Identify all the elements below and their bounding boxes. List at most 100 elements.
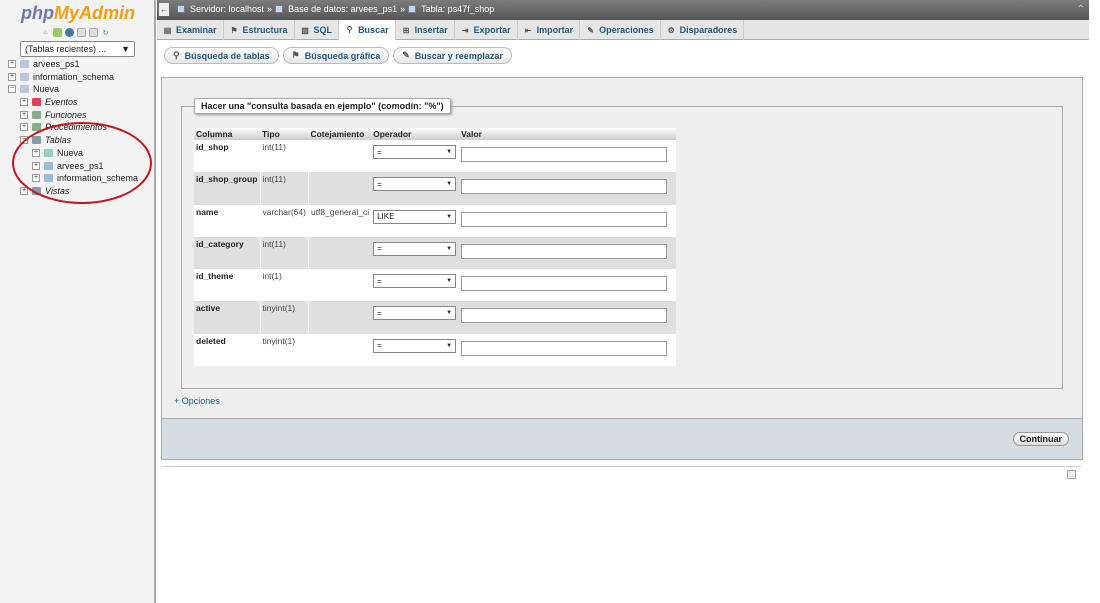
operator-cell: = ▼ <box>371 140 460 173</box>
operator-select[interactable]: = ▼ <box>373 177 457 192</box>
query-table: Columna Tipo Cotejamiento Operador Valor… <box>194 128 676 367</box>
tab-operations[interactable]: ✎ Operaciones <box>580 20 661 40</box>
expand-icon[interactable]: + <box>20 98 28 107</box>
divider <box>163 466 1081 467</box>
chevron-down-icon: ▼ <box>121 44 130 54</box>
subtab-chart[interactable]: ⚑ Búsqueda gráfica <box>282 47 390 64</box>
column-type: varchar(64) <box>259 204 309 237</box>
tab-label: Exportar <box>473 25 511 35</box>
value-input[interactable] <box>461 243 668 259</box>
value-input[interactable] <box>461 211 668 227</box>
column-collation <box>307 236 372 270</box>
table-row: active tinyint(1) = ▼ <box>194 301 676 334</box>
column-collation <box>307 140 372 173</box>
home-icon[interactable]: ⌂ <box>41 28 50 37</box>
tree-node[interactable]: + Eventos <box>8 96 156 109</box>
tab-structure[interactable]: ⚑ Estructura <box>224 20 295 40</box>
header-operator: Operador <box>371 128 460 140</box>
tree-node[interactable]: − Nueva <box>8 83 156 96</box>
value-cell <box>459 236 676 270</box>
collapse-navigation-icon[interactable]: ← <box>159 3 169 16</box>
operator-select[interactable]: = ▼ <box>373 338 457 353</box>
collapse-top-icon[interactable]: ⌃ <box>1077 4 1085 15</box>
triggers-icon: ⚙ <box>667 25 675 35</box>
header-column: Columna <box>194 128 260 140</box>
tree-node[interactable]: + information_schema <box>8 71 156 84</box>
column-collation <box>307 301 372 334</box>
column-collation <box>307 172 372 205</box>
chart-icon: ⚑ <box>291 50 300 60</box>
value-input[interactable] <box>461 276 668 292</box>
subtab-replace[interactable]: ✎ Buscar y reemplazar <box>393 47 512 64</box>
operator-cell: = ▼ <box>371 301 460 334</box>
expand-icon[interactable]: + <box>8 72 16 81</box>
value-cell <box>459 172 676 205</box>
operator-select[interactable]: LIKE ▼ <box>373 209 457 224</box>
operator-value: = <box>377 341 382 351</box>
chevron-down-icon: ▼ <box>446 245 453 252</box>
tree-node-label[interactable]: Eventos <box>45 96 78 108</box>
subtab-search[interactable]: ⚲ Búsqueda de tablas <box>164 47 279 64</box>
reload-icon[interactable]: ↻ <box>101 28 110 37</box>
header-type: Tipo <box>260 128 309 140</box>
tab-search[interactable]: ⚲ Buscar <box>339 20 396 40</box>
tree-node-icon <box>20 72 29 81</box>
expand-icon[interactable]: + <box>8 60 16 68</box>
tab-triggers[interactable]: ⚙ Disparadores <box>661 20 745 40</box>
tree-node[interactable]: + Funciones <box>8 109 156 122</box>
operator-value: = <box>377 147 382 157</box>
tree-node-label[interactable]: Funciones <box>45 109 87 121</box>
column-type: int(11) <box>259 172 309 205</box>
expand-icon[interactable]: − <box>8 85 16 94</box>
tree-node[interactable]: + arvees_ps1 <box>8 58 156 71</box>
options-link[interactable]: + Opciones <box>174 396 220 406</box>
tab-insert[interactable]: ⊞ Insertar <box>396 20 455 40</box>
column-name: name <box>194 204 260 237</box>
value-input[interactable] <box>461 147 668 162</box>
quick-links: ⌂ ↻ <box>41 28 110 38</box>
sql-icon: ▧ <box>301 25 309 35</box>
tree-node-label[interactable]: Nueva <box>33 83 59 95</box>
tab-sql[interactable]: ▧ SQL <box>295 20 340 40</box>
column-name: id_shop_group <box>194 172 260 205</box>
docs-icon[interactable] <box>77 28 86 37</box>
breadcrumb-server[interactable]: Servidor: localhost <box>190 4 264 14</box>
operator-value: LIKE <box>377 212 395 222</box>
breadcrumb-database[interactable]: Base de datos: arvees_ps1 <box>288 4 397 14</box>
expand-icon[interactable]: + <box>20 123 28 132</box>
continue-button[interactable]: Continuar <box>1012 432 1069 446</box>
phpmyadmin-logo[interactable]: phpMyAdmin <box>0 3 156 24</box>
settings-icon[interactable] <box>89 28 98 37</box>
value-input[interactable] <box>461 340 668 356</box>
operator-select[interactable]: = ▼ <box>373 306 457 321</box>
recent-tables-select[interactable]: (Tablas recientes) ... ▼ <box>20 41 135 57</box>
tree-node-label[interactable]: information_schema <box>33 71 114 83</box>
value-input[interactable] <box>461 308 668 324</box>
search-icon: ⚲ <box>173 50 180 60</box>
tab-browse[interactable]: ▤ Examinar <box>157 20 224 40</box>
browse-icon: ▤ <box>163 25 172 35</box>
tab-import[interactable]: ⇤ Importar <box>518 20 581 40</box>
logout-icon[interactable] <box>53 28 62 37</box>
operator-select[interactable]: = ▼ <box>373 274 457 289</box>
operator-value: = <box>377 244 382 254</box>
page-settings-icon[interactable] <box>1067 470 1076 479</box>
tree-node-label[interactable]: arvees_ps1 <box>33 58 80 70</box>
help-icon[interactable] <box>65 28 74 37</box>
operator-cell: LIKE ▼ <box>371 204 460 237</box>
table-row: id_shop_group int(11) = ▼ <box>194 172 676 205</box>
operator-select[interactable]: = ▼ <box>373 241 457 256</box>
operator-cell: = ▼ <box>371 269 460 302</box>
tab-label: Estructura <box>242 25 288 35</box>
breadcrumb-table[interactable]: Tabla: ps47f_shop <box>421 4 494 14</box>
operator-select[interactable]: = ▼ <box>373 145 457 159</box>
breadcrumb-bar: ← Servidor: localhost » Base de datos: a… <box>157 0 1089 20</box>
navigation-panel: phpMyAdmin ⌂ ↻ (Tablas recientes) ... ▼ +… <box>0 0 156 603</box>
breadcrumb-separator: » <box>400 4 406 14</box>
expand-icon[interactable]: + <box>20 110 28 119</box>
operator-cell: = ▼ <box>371 333 460 367</box>
tab-export[interactable]: ⇥ Exportar <box>455 20 518 40</box>
value-input[interactable] <box>461 179 668 195</box>
operator-value: = <box>377 179 382 189</box>
insert-icon: ⊞ <box>402 25 410 35</box>
